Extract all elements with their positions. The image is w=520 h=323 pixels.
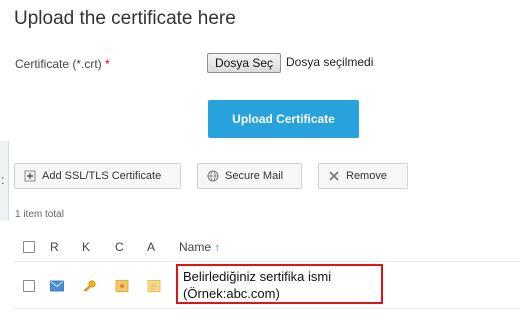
choose-file-button[interactable]: Dosya Seç xyxy=(207,53,281,73)
secure-mail-button[interactable]: Secure Mail xyxy=(197,163,302,189)
items-total: 1 item total xyxy=(15,209,64,220)
row-checkbox[interactable] xyxy=(23,280,35,292)
add-ssl-certificate-button[interactable]: Add SSL/TLS Certificate xyxy=(14,163,181,189)
document-icon xyxy=(147,280,161,292)
side-panel-marker: : xyxy=(1,173,5,187)
add-ssl-label: Add SSL/TLS Certificate xyxy=(42,170,162,182)
certificate-icon xyxy=(115,280,129,292)
remove-button[interactable]: Remove xyxy=(318,163,408,189)
plus-icon xyxy=(24,170,36,182)
upload-certificate-button[interactable]: Upload Certificate xyxy=(208,100,359,138)
select-all-checkbox[interactable] xyxy=(23,241,35,253)
close-icon xyxy=(329,171,339,181)
key-icon xyxy=(83,280,96,292)
name-header-label: Name xyxy=(179,240,212,254)
globe-icon xyxy=(207,170,219,182)
column-header-r[interactable]: R xyxy=(50,240,59,254)
sort-up-icon: ↑ xyxy=(214,242,220,254)
remove-label: Remove xyxy=(346,170,387,182)
required-mark: * xyxy=(105,57,110,71)
column-header-name[interactable]: Name ↑ xyxy=(179,240,220,254)
secure-mail-label: Secure Mail xyxy=(225,170,284,182)
row-divider xyxy=(14,308,520,309)
header-divider xyxy=(14,261,520,262)
column-header-a[interactable]: A xyxy=(147,240,155,254)
column-header-k[interactable]: K xyxy=(82,240,90,254)
certificate-name-link[interactable]: Belirlediğiniz sertifika ismi (Örnek:abc… xyxy=(176,264,383,304)
file-status-text: Dosya seçilmedi xyxy=(286,55,374,69)
certificate-field-label: Certificate (*.crt) * xyxy=(15,57,110,71)
column-header-c[interactable]: C xyxy=(115,240,124,254)
envelope-icon xyxy=(50,280,64,292)
certificate-name-line2: (Örnek:abc.com) xyxy=(183,286,280,301)
certificate-label-text: Certificate (*.crt) xyxy=(15,57,102,71)
certificate-name-line1: Belirlediğiniz sertifika ismi xyxy=(183,269,332,284)
page-title: Upload the certificate here xyxy=(14,8,236,29)
